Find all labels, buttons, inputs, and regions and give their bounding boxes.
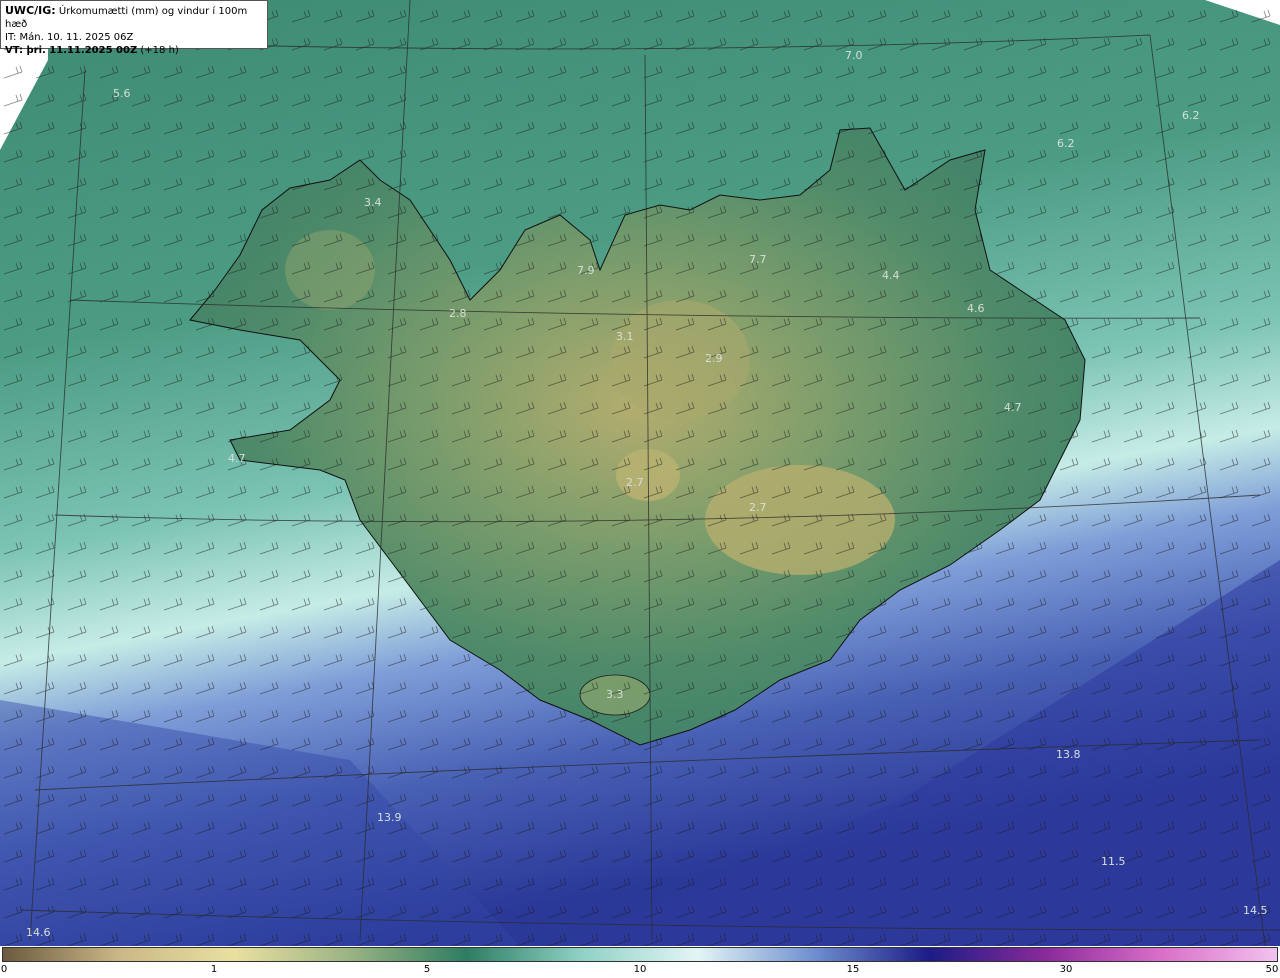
value-label: 2.7: [749, 501, 767, 514]
value-label: 7.7: [749, 253, 767, 266]
colorbar-tick: 15: [846, 964, 860, 975]
value-label: 6.2: [1182, 109, 1200, 122]
value-label: 14.5: [1243, 904, 1268, 917]
value-label: 7.0: [845, 49, 863, 62]
value-label: 13.8: [1056, 748, 1081, 761]
colorbar-tick: 1: [210, 964, 218, 975]
value-label: 4.7: [1004, 401, 1022, 414]
colorbar-tick: 0: [0, 964, 8, 975]
value-label: 14.6: [26, 926, 51, 939]
colorbar-tick: 30: [1059, 964, 1073, 975]
value-label: 13.9: [377, 811, 402, 824]
value-label: 2.9: [705, 352, 723, 365]
forecast-map: 5.6 7.0 6.2 6.2 3.4 7.9 7.7 4.4 4.6 2.8 …: [0, 0, 1280, 947]
value-label: 5.6: [113, 87, 131, 100]
value-label: 4.6: [967, 302, 985, 315]
colorbar-tick: 50: [1265, 964, 1279, 975]
colorbar-tick: 5: [423, 964, 431, 975]
init-time: IT: Mán. 10. 11. 2025 06Z: [5, 32, 134, 43]
valid-offset: (+18 h): [140, 45, 179, 56]
valid-time: VT: þri. 11.11.2025 00Z: [5, 45, 138, 56]
value-label: 7.9: [577, 264, 595, 277]
value-label: 11.5: [1101, 855, 1126, 868]
product-code: UWC/IG:: [5, 4, 56, 17]
value-label: 2.8: [449, 307, 467, 320]
colorbar-strip: [2, 947, 1278, 962]
value-label: 3.4: [364, 196, 382, 209]
value-label: 3.3: [606, 688, 624, 701]
value-label: 6.2: [1057, 137, 1075, 150]
title-box: UWC/IG: Úrkomumætti (mm) og vindur í 100…: [0, 0, 268, 56]
colorbar: 0 1 5 10 15 30 50: [0, 946, 1280, 978]
colorbar-tick: 10: [633, 964, 647, 975]
value-label: 4.7: [228, 452, 246, 465]
value-label: 3.1: [616, 330, 634, 343]
value-label: 4.4: [882, 269, 900, 282]
value-label: 2.7: [626, 476, 644, 489]
